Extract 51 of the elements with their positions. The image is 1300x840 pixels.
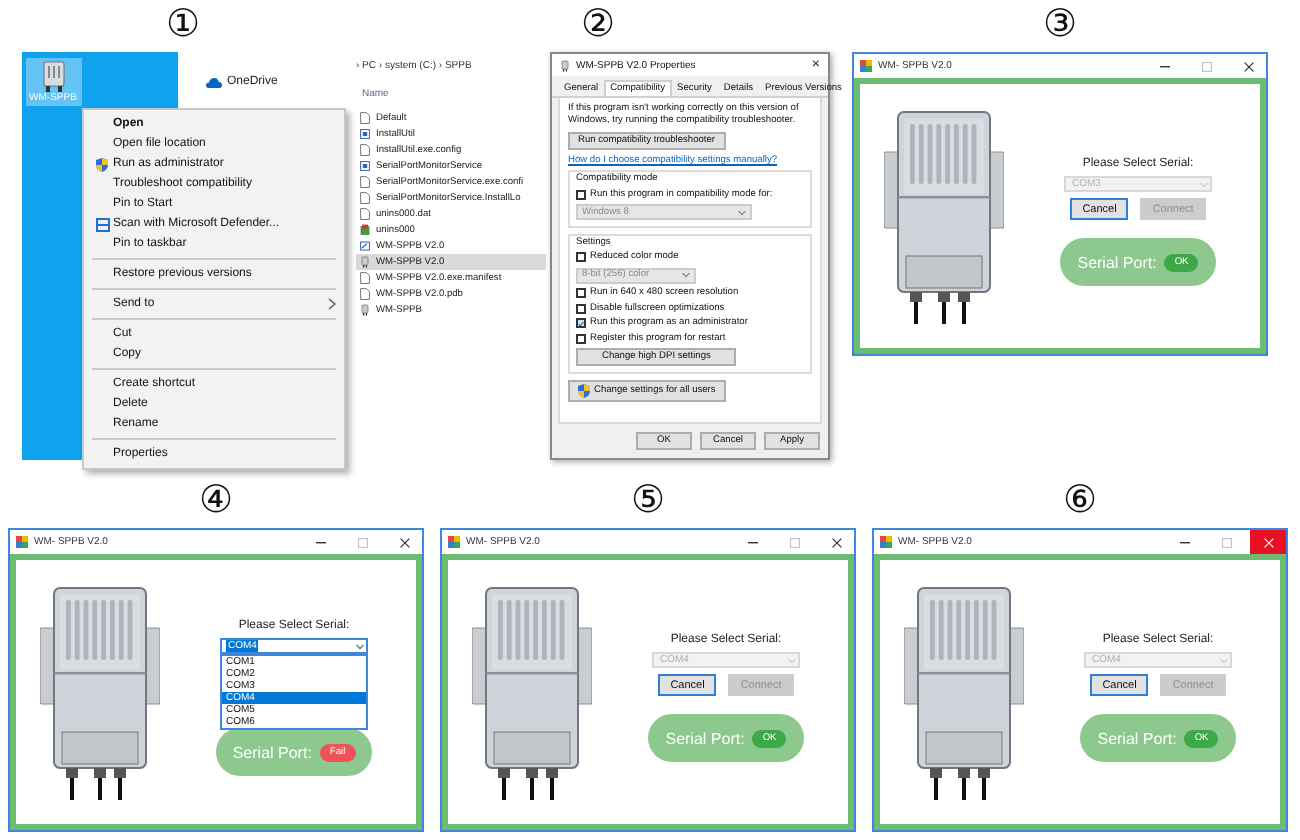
close-icon (399, 537, 409, 547)
minimize-icon (315, 541, 325, 543)
minimize-icon (747, 541, 757, 543)
shield-icon (95, 157, 107, 171)
step-number: ① (165, 0, 201, 50)
shield-icon (578, 383, 590, 397)
close-icon (831, 537, 841, 547)
checkbox[interactable] (576, 333, 586, 343)
document-icon (360, 144, 370, 156)
app-icon (16, 536, 28, 548)
shortcut-icon (360, 240, 370, 252)
close-icon (1243, 61, 1253, 71)
document-icon (360, 112, 370, 124)
step-number: ② (580, 0, 616, 50)
app-icon (880, 536, 892, 548)
program-icon[interactable] (39, 60, 67, 92)
minimize-icon (1159, 65, 1169, 67)
checkbox[interactable] (576, 252, 586, 262)
status-label: Serial Port: (232, 743, 312, 761)
checkbox[interactable] (576, 189, 586, 199)
chevron-right-icon (327, 298, 335, 310)
app-icon (860, 60, 872, 72)
device-icon (360, 304, 370, 316)
setup-icon (360, 224, 370, 236)
cloud-icon (205, 77, 221, 87)
step-number: ④ (198, 476, 234, 526)
maximize-icon (357, 537, 367, 547)
scan-icon (95, 217, 109, 231)
app-icon (448, 536, 460, 548)
minimize-icon (1179, 541, 1189, 543)
status-label: Serial Port: (1077, 253, 1157, 271)
caret-icon (356, 643, 364, 649)
maximize-icon (1221, 537, 1231, 547)
close-button[interactable] (1250, 530, 1286, 554)
maximize-icon (1201, 61, 1211, 71)
step-number: ③ (1042, 0, 1078, 50)
step-number: ⑥ (1062, 476, 1098, 526)
caret-icon (738, 209, 746, 215)
checkbox[interactable] (576, 303, 586, 313)
window-icon (360, 128, 370, 140)
caret-icon (682, 272, 690, 278)
checkbox[interactable] (576, 288, 586, 298)
maximize-icon (789, 537, 799, 547)
device-icon (560, 59, 570, 71)
status-label: Serial Port: (665, 729, 745, 747)
close-icon (1263, 537, 1273, 547)
window-icon (360, 160, 370, 172)
status-label: Serial Port: (1097, 729, 1177, 747)
checkbox[interactable] (576, 318, 586, 328)
step-number: ⑤ (630, 476, 666, 526)
device-icon (360, 256, 370, 268)
